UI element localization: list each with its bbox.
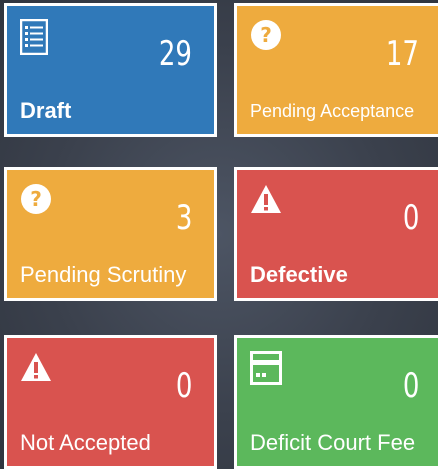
defective-tile[interactable]: 0 Defective <box>234 167 438 301</box>
defective-label: Defective <box>250 262 348 287</box>
not-accepted-label: Not Accepted <box>20 430 151 455</box>
svg-text:?: ? <box>260 23 272 47</box>
draft-label: Draft <box>20 98 72 123</box>
warning-triangle-icon <box>20 351 52 387</box>
not-accepted-count: 0 <box>175 366 192 406</box>
draft-count: 29 <box>158 34 192 74</box>
pending-scrutiny-label: Pending Scrutiny <box>20 262 187 287</box>
pending-acceptance-count: 17 <box>385 34 419 74</box>
list-document-icon <box>20 19 52 55</box>
pending-scrutiny-count: 3 <box>175 198 192 238</box>
deficit-court-fee-label: Deficit Court Fee <box>250 430 416 455</box>
deficit-court-fee-count: 0 <box>402 366 419 406</box>
pending-scrutiny-tile[interactable]: ? 3 Pending Scrutiny <box>4 167 217 301</box>
defective-count: 0 <box>402 198 419 238</box>
warning-triangle-icon <box>250 183 282 219</box>
draft-tile[interactable]: 29 Draft <box>4 3 217 137</box>
svg-text:?: ? <box>30 187 42 211</box>
not-accepted-tile[interactable]: 0 Not Accepted <box>4 335 217 469</box>
pending-acceptance-tile[interactable]: ? 17 Pending Acceptance <box>234 3 438 137</box>
question-circle-icon: ? <box>250 19 282 55</box>
pending-acceptance-label: Pending Acceptance <box>250 101 415 121</box>
deficit-court-fee-tile[interactable]: 0 Deficit Court Fee <box>234 335 438 469</box>
credit-card-icon <box>250 351 282 387</box>
question-circle-icon: ? <box>20 183 52 219</box>
